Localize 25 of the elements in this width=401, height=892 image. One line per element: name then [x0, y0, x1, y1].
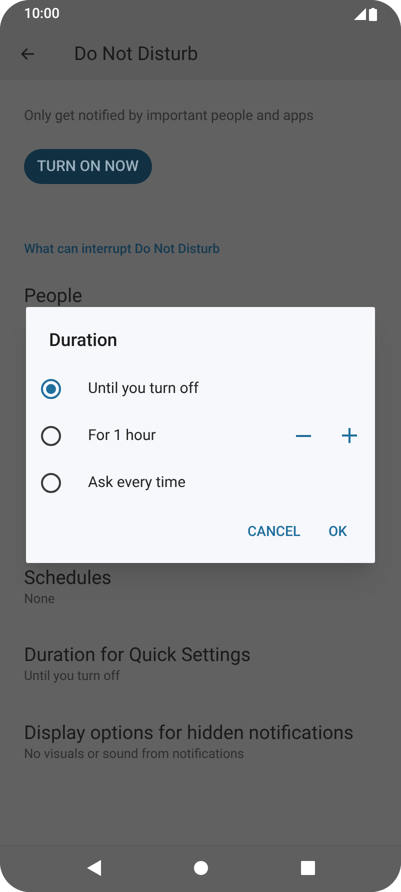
option-label[interactable]: Until you turn off: [88, 377, 199, 400]
turn-on-now-button[interactable]: TURN ON NOW: [24, 149, 152, 184]
plus-icon: [342, 428, 356, 443]
plus-button[interactable]: [341, 428, 357, 444]
dialog-action-button[interactable]: OK: [318, 517, 357, 547]
setting-title[interactable]: Schedules: [24, 566, 377, 590]
option-label[interactable]: For 1 hour: [88, 424, 156, 447]
section-header: What can interrupt Do Not Disturb: [24, 241, 221, 259]
option-label[interactable]: Ask every time: [88, 471, 186, 494]
page-title: Do Not Disturb: [74, 40, 198, 67]
minus-icon: [296, 434, 310, 436]
recents-icon[interactable]: [300, 861, 314, 875]
back-icon[interactable]: [86, 860, 100, 876]
radio-button[interactable]: [41, 472, 61, 492]
setting-title[interactable]: People: [24, 284, 377, 308]
radio-button[interactable]: [41, 426, 61, 446]
signal-icon: [354, 8, 366, 20]
dialog-action-button[interactable]: CANCEL: [238, 517, 310, 547]
home-icon[interactable]: [194, 861, 208, 875]
battery-icon: [369, 8, 377, 20]
radio-button[interactable]: [41, 378, 61, 398]
setting-title[interactable]: Display options for hidden notifications: [24, 720, 377, 744]
dialog-title: Duration: [49, 329, 118, 353]
setting-title[interactable]: Duration for Quick Settings: [24, 643, 377, 667]
status-time: 10:00: [24, 4, 60, 24]
